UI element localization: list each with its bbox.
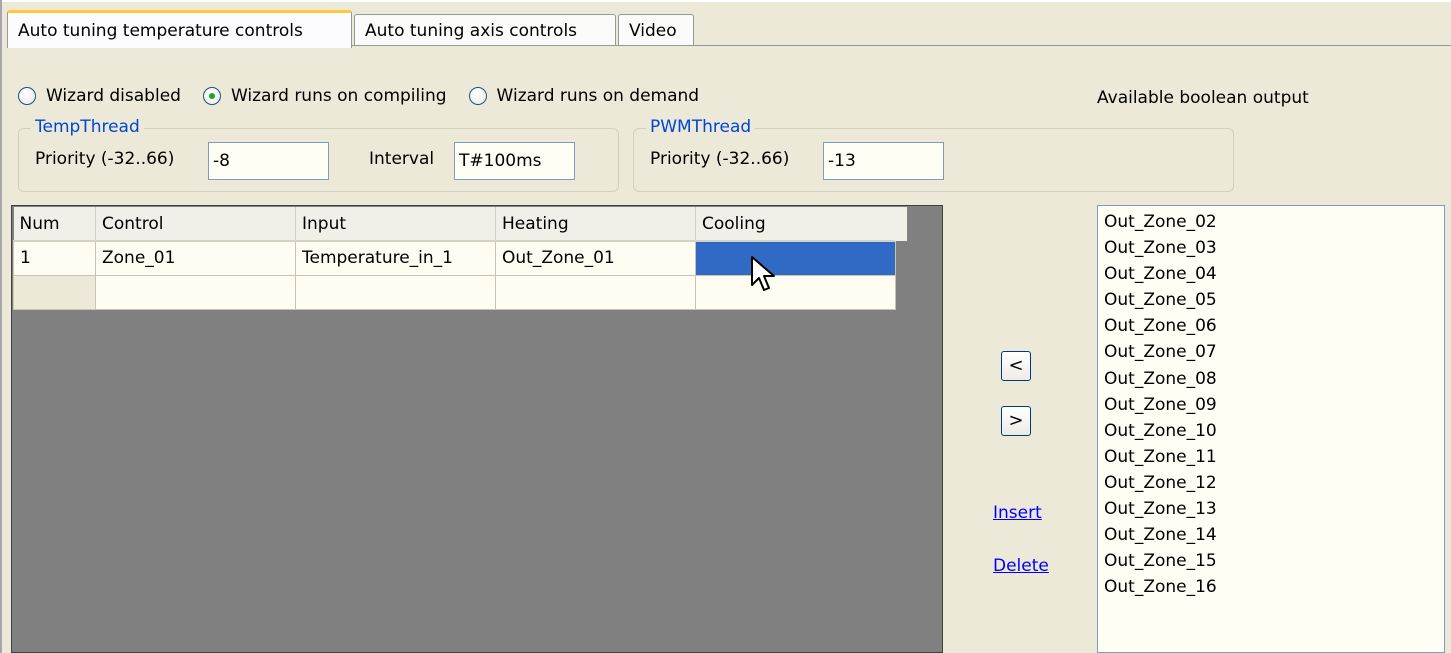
top-border: [0, 0, 1451, 2]
radio-label: Wizard disabled: [46, 86, 181, 106]
interval-input[interactable]: T#100ms: [454, 142, 575, 180]
left-border: [0, 0, 2, 653]
radio-wizard-disabled[interactable]: Wizard disabled: [18, 86, 181, 106]
delete-link[interactable]: Delete: [993, 556, 1049, 576]
list-item[interactable]: Out_Zone_10: [1104, 418, 1438, 444]
priority-label: Priority (-32..66): [35, 149, 175, 169]
list-item[interactable]: Out_Zone_06: [1104, 313, 1438, 339]
group-title: TempThread: [31, 117, 144, 137]
tempthread-group: TempThread Priority (-32..66) -8 Interva…: [18, 117, 619, 192]
list-item[interactable]: Out_Zone_07: [1104, 339, 1438, 365]
move-right-button[interactable]: >: [1001, 406, 1031, 436]
cell-control[interactable]: Zone_01: [95, 240, 296, 276]
column-header-cooling[interactable]: Cooling: [695, 207, 896, 242]
list-item[interactable]: Out_Zone_11: [1104, 444, 1438, 470]
tab-video[interactable]: Video: [618, 14, 694, 46]
tab-auto-tuning-temperature[interactable]: Auto tuning temperature controls: [7, 10, 352, 48]
tab-auto-tuning-axis[interactable]: Auto tuning axis controls: [354, 14, 616, 46]
insert-link[interactable]: Insert: [993, 503, 1042, 523]
radio-wizard-on-compiling[interactable]: Wizard runs on compiling: [202, 86, 447, 106]
move-left-button[interactable]: <: [1001, 351, 1031, 381]
column-header-input[interactable]: Input: [295, 207, 496, 242]
column-header-heating[interactable]: Heating: [495, 207, 696, 242]
cell-input[interactable]: [295, 274, 496, 310]
priority-label: Priority (-32..66): [650, 149, 790, 169]
list-item[interactable]: Out_Zone_13: [1104, 496, 1438, 522]
cell-num[interactable]: 1: [13, 240, 96, 276]
available-output-label: Available boolean output: [1097, 88, 1309, 108]
cell-cooling-selected[interactable]: [695, 240, 896, 276]
list-item[interactable]: Out_Zone_09: [1104, 392, 1438, 418]
pwmthread-group: PWMThread Priority (-32..66) -13: [633, 117, 1234, 192]
mouse-cursor-icon: [751, 256, 775, 291]
list-item[interactable]: Out_Zone_04: [1104, 261, 1438, 287]
cell-input[interactable]: Temperature_in_1: [295, 240, 496, 276]
controls-grid[interactable]: Num Control Input Heating Cooling 1 Zone…: [11, 205, 943, 653]
cell-control[interactable]: [95, 274, 296, 310]
list-item[interactable]: Out_Zone_14: [1104, 522, 1438, 548]
radio-label: Wizard runs on compiling: [230, 86, 447, 106]
cell-heating[interactable]: [495, 274, 696, 310]
list-item[interactable]: Out_Zone_16: [1104, 574, 1438, 600]
column-header-control[interactable]: Control: [95, 207, 296, 242]
temp-priority-input[interactable]: -8: [208, 142, 329, 180]
interval-label: Interval: [369, 149, 435, 169]
radio-unchecked-icon[interactable]: [468, 87, 487, 105]
column-header-num[interactable]: Num: [13, 207, 96, 242]
radio-checked-icon[interactable]: [202, 87, 221, 105]
pwm-priority-input[interactable]: -13: [823, 142, 944, 180]
radio-label: Wizard runs on demand: [496, 86, 700, 106]
available-output-list[interactable]: Out_Zone_02 Out_Zone_03 Out_Zone_04 Out_…: [1097, 205, 1445, 653]
wizard-radio-group: Wizard disabled Wizard runs on compiling…: [18, 82, 721, 110]
list-item[interactable]: Out_Zone_08: [1104, 366, 1438, 392]
header-filler: [895, 207, 907, 241]
cell-num[interactable]: [13, 274, 96, 310]
list-item[interactable]: Out_Zone_02: [1104, 209, 1438, 235]
radio-wizard-on-demand[interactable]: Wizard runs on demand: [468, 86, 700, 106]
list-item[interactable]: Out_Zone_05: [1104, 287, 1438, 313]
cell-heating[interactable]: Out_Zone_01: [495, 240, 696, 276]
cell-cooling[interactable]: [695, 274, 896, 310]
list-item[interactable]: Out_Zone_12: [1104, 470, 1438, 496]
group-title: PWMThread: [646, 117, 756, 137]
list-item[interactable]: Out_Zone_15: [1104, 548, 1438, 574]
radio-unchecked-icon[interactable]: [18, 87, 36, 105]
header-row: Num Control Input Heating Cooling: [13, 207, 896, 242]
list-item[interactable]: Out_Zone_03: [1104, 235, 1438, 261]
tab-bar: Auto tuning temperature controls Auto tu…: [7, 10, 1451, 48]
